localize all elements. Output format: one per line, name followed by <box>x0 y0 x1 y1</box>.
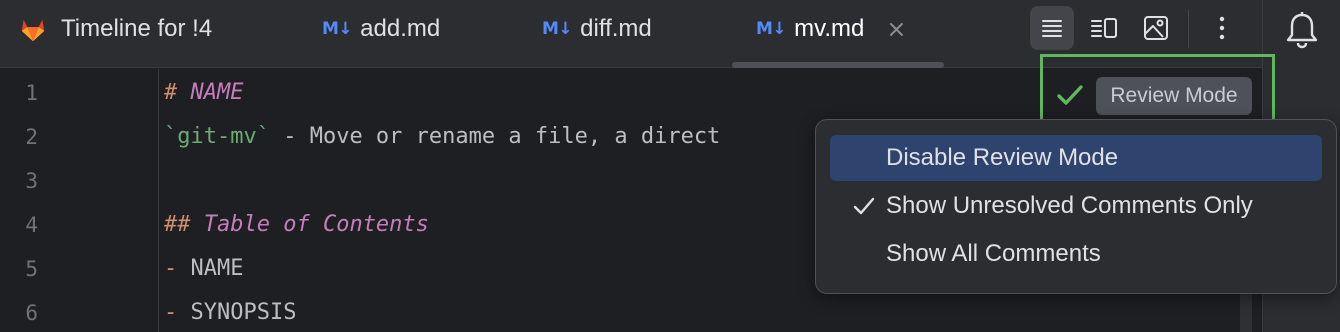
markdown-icon: M↓ <box>542 19 573 39</box>
line-number: 1 <box>25 81 38 105</box>
heading-text: Table of Contents <box>203 212 429 237</box>
line-number: 5 <box>25 257 38 281</box>
bell-icon <box>1286 12 1318 49</box>
markdown-icon: M↓ <box>322 19 353 39</box>
code-line-2[interactable]: `git-mv` - Move or rename a file, a dire… <box>164 124 720 149</box>
gutter-divider <box>158 69 159 332</box>
menu-item-label: Disable Review Mode <box>886 144 1119 171</box>
line-number: 3 <box>25 169 38 193</box>
line-number: 2 <box>25 125 38 149</box>
list-bullet: - <box>164 256 178 281</box>
tab-label: Timeline for !4 <box>61 15 213 42</box>
tab-label: add.md <box>360 15 441 42</box>
active-tab-indicator <box>732 62 944 68</box>
preview-only-button[interactable] <box>1134 6 1178 50</box>
list-bullet: - <box>164 300 178 325</box>
line-number: 4 <box>25 213 38 237</box>
tab-diff-md[interactable]: M↓ diff.md <box>542 0 652 58</box>
editor-and-preview-button[interactable] <box>1082 6 1126 50</box>
code-line-1[interactable]: # NAME <box>164 80 243 105</box>
menu-item-label: Show Unresolved Comments Only <box>886 192 1253 219</box>
menu-item-show-all-comments[interactable]: Show All Comments <box>830 231 1322 277</box>
line-number-gutter: 1 2 3 4 5 6 <box>0 69 130 332</box>
code-line-6[interactable]: - SYNOPSIS <box>164 300 296 325</box>
more-vertical-icon <box>1219 16 1225 40</box>
more-options-button[interactable] <box>1200 6 1244 50</box>
editor-and-preview-icon <box>1091 18 1117 38</box>
tab-timeline[interactable]: Timeline for !4 <box>18 0 212 58</box>
editor-only-icon <box>1042 20 1062 37</box>
heading-text: NAME <box>190 80 244 105</box>
code-line-5[interactable]: - NAME <box>164 256 243 281</box>
line-number: 6 <box>25 301 38 325</box>
heading-marker: # <box>164 80 178 105</box>
heading-marker: ## <box>164 212 191 237</box>
tab-label: mv.md <box>794 15 865 42</box>
close-icon[interactable]: × <box>886 15 906 43</box>
check-icon <box>853 197 875 215</box>
preview-icon <box>1144 16 1168 40</box>
menu-item-label: Show All Comments <box>886 240 1101 267</box>
line-text: NAME <box>177 256 244 281</box>
tab-mv-md[interactable]: M↓ mv.md × <box>756 0 907 58</box>
notifications-button[interactable] <box>1282 8 1322 52</box>
code-line-4[interactable]: ## Table of Contents <box>164 212 429 237</box>
gitlab-fox-icon <box>21 19 45 42</box>
markdown-icon: M↓ <box>756 19 787 39</box>
editor-only-button[interactable] <box>1030 6 1074 50</box>
menu-item-show-unresolved-comments-only[interactable]: Show Unresolved Comments Only <box>830 183 1322 229</box>
toolbar-separator <box>1188 10 1189 48</box>
inline-code: `git-mv` <box>164 124 270 149</box>
line-text: - Move or rename a file, a direct <box>269 124 721 149</box>
menu-item-disable-review-mode[interactable]: Disable Review Mode <box>830 135 1322 181</box>
tab-add-md[interactable]: M↓ add.md <box>322 0 440 58</box>
line-text: SYNOPSIS <box>177 300 297 325</box>
tab-label: diff.md <box>580 15 652 42</box>
review-mode-popup-menu: Disable Review Mode Show Unresolved Comm… <box>815 119 1337 294</box>
